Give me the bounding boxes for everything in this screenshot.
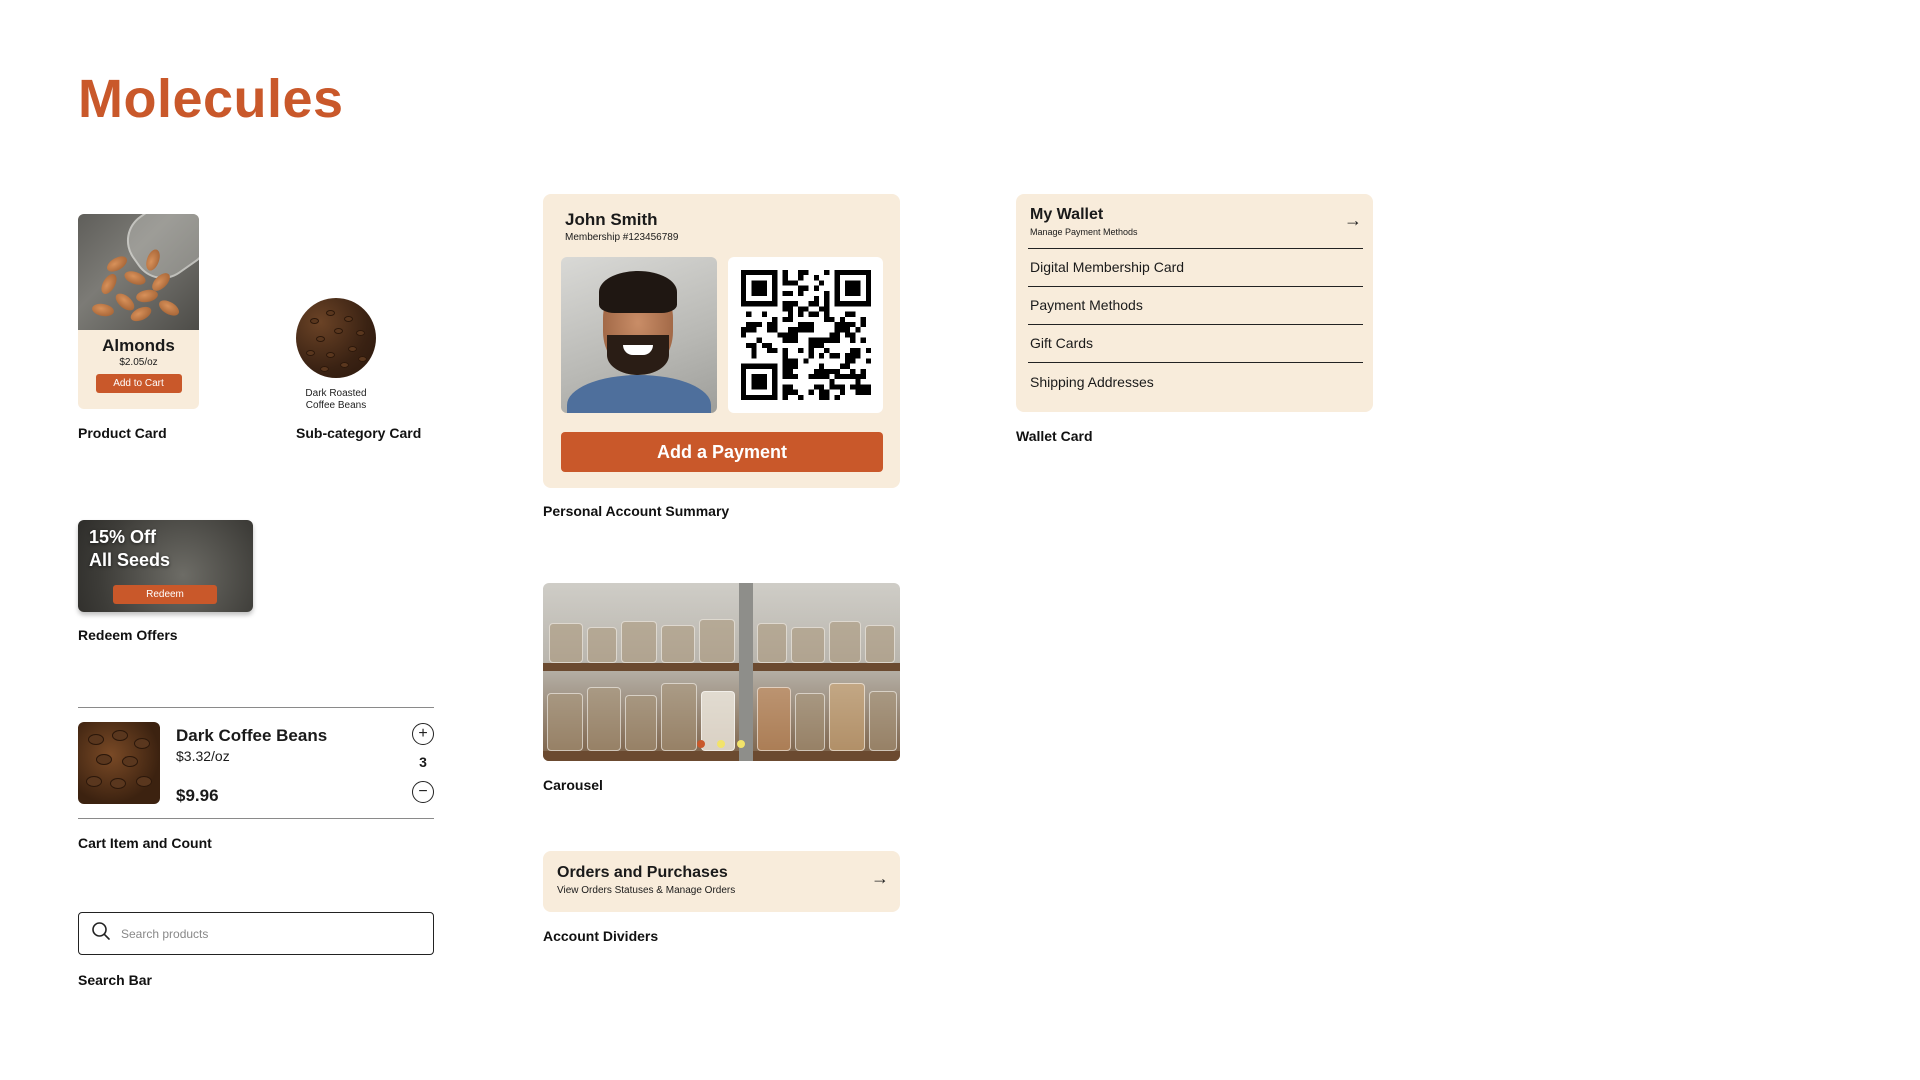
carousel[interactable] [543, 583, 900, 761]
wallet-divider [1028, 362, 1363, 363]
orders-account-divider[interactable]: Orders and Purchases View Orders Statuse… [543, 851, 900, 912]
carousel-dot[interactable] [717, 740, 725, 748]
wallet-title: My Wallet [1030, 206, 1104, 223]
wallet-card-caption: Wallet Card [1016, 428, 1093, 444]
redeem-offer-card[interactable]: 15% Off All Seeds Redeem [78, 520, 253, 612]
cart-item-total: $9.96 [176, 786, 219, 805]
profile-photo [561, 257, 717, 413]
subcategory-card[interactable]: Dark Roasted Coffee Beans [296, 298, 376, 412]
wallet-item-shipping-addresses[interactable]: Shipping Addresses [1030, 374, 1363, 390]
wallet-item-gift-cards[interactable]: Gift Cards [1030, 335, 1363, 351]
page-title: Molecules [78, 69, 344, 129]
add-payment-button[interactable]: Add a Payment [561, 432, 883, 472]
cart-item-image [78, 722, 160, 804]
wallet-card: My Wallet Manage Payment Methods → Digit… [1016, 194, 1373, 412]
wallet-divider [1028, 324, 1363, 325]
cart-item-unit-price: $3.32/oz [176, 748, 230, 764]
membership-number: Membership #123456789 [565, 232, 679, 243]
search-bar-caption: Search Bar [78, 972, 152, 988]
cart-item-caption: Cart Item and Count [78, 835, 212, 851]
redeem-button[interactable]: Redeem [113, 585, 217, 604]
cart-top-divider [78, 707, 434, 708]
product-image [78, 214, 199, 330]
product-card[interactable]: Almonds $2.05/oz Add to Cart [78, 214, 199, 409]
carousel-dot[interactable] [737, 740, 745, 748]
subcategory-image [296, 298, 376, 378]
search-bar [78, 912, 434, 955]
arrow-right-icon[interactable]: → [1344, 210, 1362, 231]
product-card-caption: Product Card [78, 425, 167, 441]
wallet-item-payment-methods[interactable]: Payment Methods [1030, 297, 1363, 313]
account-dividers-caption: Account Dividers [543, 928, 659, 944]
account-summary-card: John Smith Membership #123456789 Add a P… [543, 194, 900, 488]
cart-item-count: 3 [419, 754, 427, 770]
divider-title: Orders and Purchases [557, 864, 728, 881]
add-to-cart-button[interactable]: Add to Cart [95, 374, 182, 393]
redeem-offer-text: 15% Off All Seeds [89, 527, 171, 570]
subcategory-card-caption: Sub-category Card [296, 425, 422, 441]
decrease-quantity-button[interactable]: − [412, 781, 434, 803]
account-name: John Smith [565, 210, 658, 229]
arrow-right-icon[interactable]: → [871, 868, 889, 889]
cart-bottom-divider [78, 818, 434, 819]
wallet-divider [1028, 248, 1363, 249]
search-icon [91, 921, 111, 946]
increase-quantity-button[interactable]: + [412, 723, 434, 745]
search-input[interactable] [121, 926, 401, 941]
membership-qr-code [728, 257, 883, 413]
wallet-divider [1028, 286, 1363, 287]
wallet-subtitle: Manage Payment Methods [1030, 227, 1138, 237]
product-price: $2.05/oz [119, 357, 158, 368]
wallet-item-digital-membership-card[interactable]: Digital Membership Card [1030, 259, 1363, 275]
carousel-caption: Carousel [543, 777, 603, 793]
product-name: Almonds [102, 336, 175, 355]
cart-item-name: Dark Coffee Beans [176, 726, 328, 745]
account-summary-caption: Personal Account Summary [543, 503, 730, 519]
subcategory-label: Dark Roasted Coffee Beans [305, 388, 367, 411]
redeem-offers-caption: Redeem Offers [78, 627, 178, 643]
carousel-dot[interactable] [697, 740, 705, 748]
divider-subtitle: View Orders Statuses & Manage Orders [557, 885, 736, 896]
